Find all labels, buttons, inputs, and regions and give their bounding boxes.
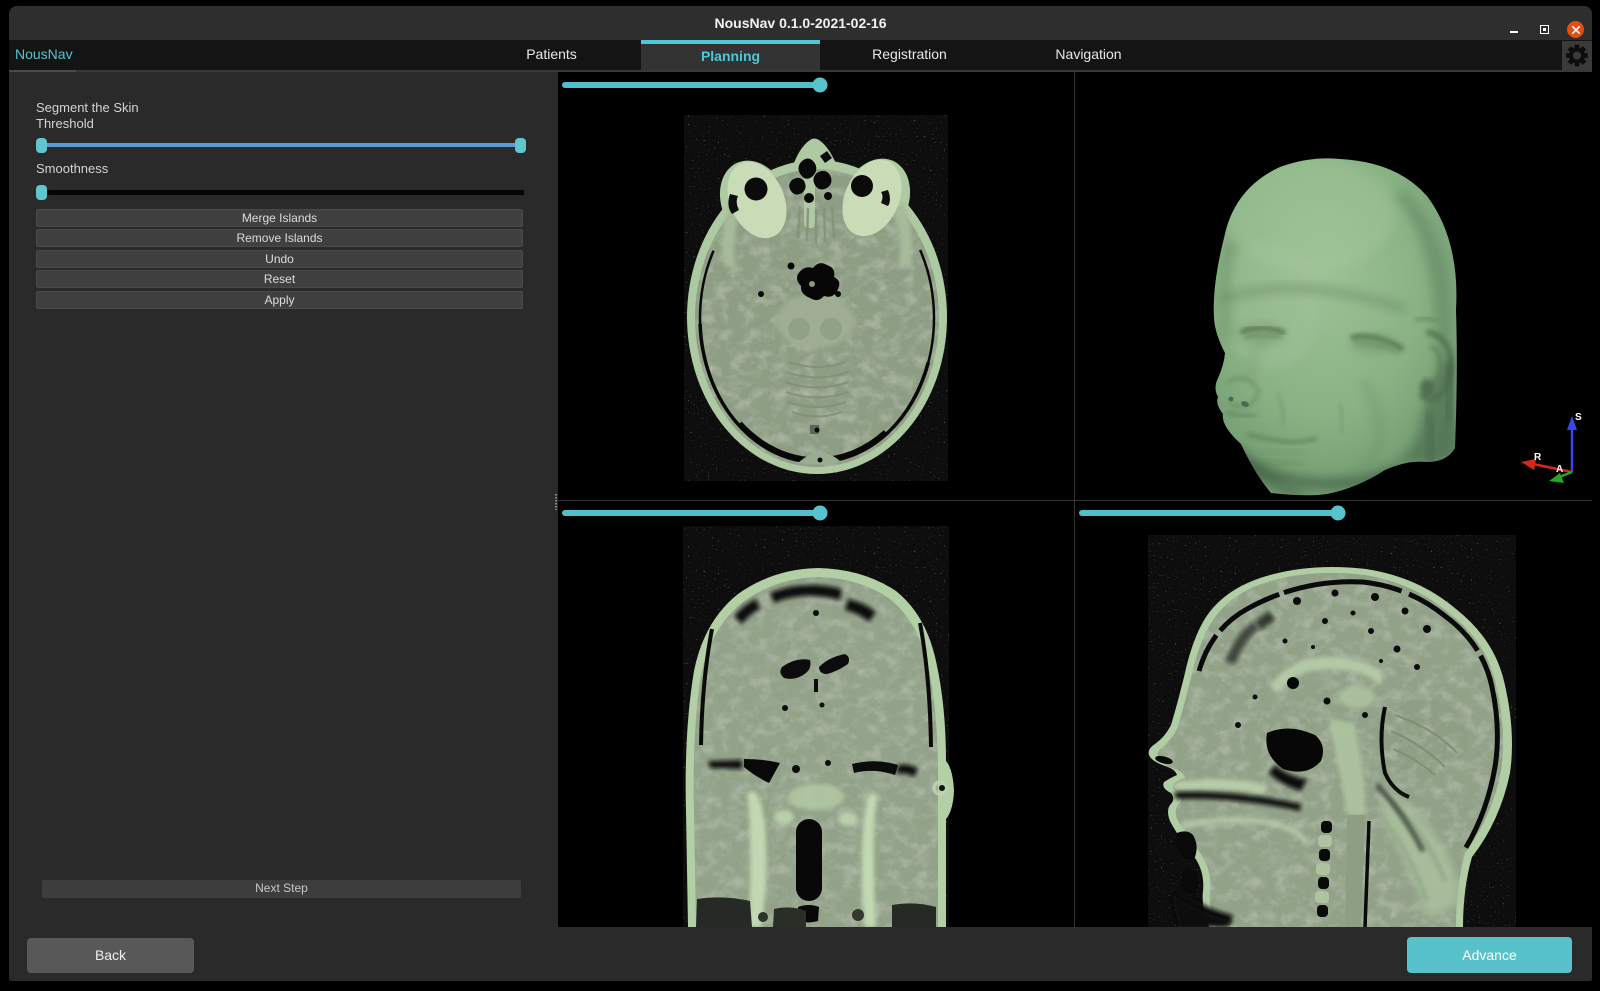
svg-text:R: R [1534, 452, 1542, 463]
svg-text:A: A [1556, 464, 1563, 475]
svg-text:S: S [1575, 412, 1582, 423]
